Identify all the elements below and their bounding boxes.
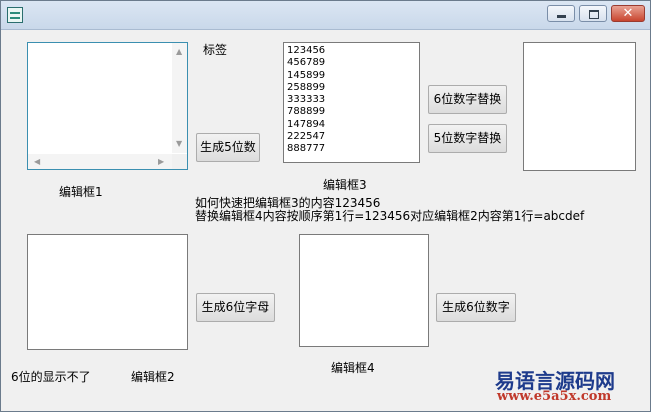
generate-6-letters-button[interactable]: 生成6位字母 (196, 293, 275, 322)
vertical-scrollbar[interactable]: ▲ ▼ (172, 43, 187, 153)
generate-5-digits-button[interactable]: 生成5位数 (196, 133, 260, 162)
list-item: 222547 (287, 131, 326, 143)
scroll-right-icon[interactable]: ▶ (158, 157, 164, 167)
list-item: 888777 (287, 143, 326, 155)
scroll-left-icon[interactable]: ◀ (34, 157, 40, 167)
replace-5-digits-button[interactable]: 5位数字替换 (428, 124, 507, 153)
minimize-button[interactable] (547, 5, 575, 22)
list-item: 788899 (287, 106, 326, 118)
generate-6-digits-button[interactable]: 生成6位数字 (436, 293, 516, 322)
edit-box-right[interactable] (523, 42, 636, 171)
tag-label: 标签 (203, 43, 228, 57)
scroll-up-icon[interactable]: ▲ (176, 47, 182, 57)
close-button[interactable]: ✕ (611, 5, 645, 22)
edit-box-3-content: 123456 456789 145899 258899 333333 78889… (287, 45, 325, 156)
app-window: ✕ ▲ ▼ ◀ ▶ 标签 生成5位数 123456 456789 145899 … (0, 0, 651, 412)
six-digit-not-shown-label: 6位的显示不了 (11, 370, 91, 384)
question-line-2: 替换编辑框4内容按顺序第1行=123456对应编辑框2内容第1行=abcdef (195, 209, 585, 223)
edit-box-4[interactable] (299, 234, 429, 347)
maximize-icon (589, 10, 599, 19)
list-item: 147894 (287, 118, 326, 130)
edit-box-2[interactable] (27, 234, 188, 350)
close-icon: ✕ (622, 6, 634, 21)
watermark-url: www.e5a5x.com (497, 389, 612, 404)
list-item: 123456 (287, 45, 326, 56)
edit-box-2-label: 编辑框2 (131, 370, 175, 384)
edit-box-3[interactable]: 123456 456789 145899 258899 333333 78889… (283, 42, 420, 163)
scroll-corner (172, 154, 187, 169)
edit-box-3-label: 编辑框3 (323, 178, 367, 192)
list-item: 258899 (287, 81, 326, 93)
maximize-button[interactable] (579, 5, 607, 22)
list-item: 456789 (287, 57, 326, 69)
list-item: 333333 (287, 94, 326, 106)
scroll-down-icon[interactable]: ▼ (176, 139, 182, 149)
list-item: 145899 (287, 69, 326, 81)
horizontal-scrollbar[interactable]: ◀ ▶ (28, 154, 172, 169)
edit-box-1-label: 编辑框1 (59, 185, 103, 199)
minimize-icon (557, 15, 566, 18)
edit-box-4-label: 编辑框4 (331, 361, 375, 375)
replace-6-digits-button[interactable]: 6位数字替换 (428, 85, 507, 114)
title-bar[interactable]: ✕ (1, 1, 650, 30)
edit-box-1[interactable]: ▲ ▼ ◀ ▶ (27, 42, 188, 170)
app-icon[interactable] (7, 7, 23, 23)
